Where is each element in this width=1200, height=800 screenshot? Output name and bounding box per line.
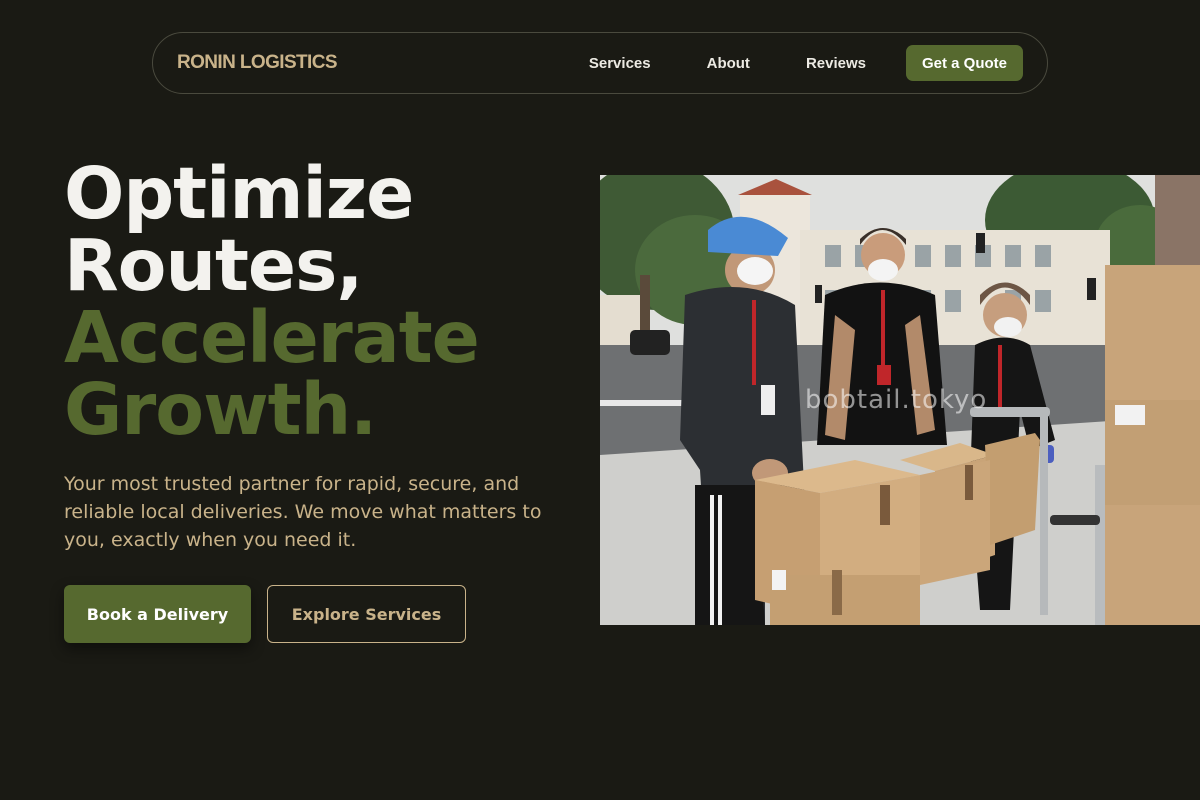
top-nav: RONIN LOGISTICS Services About Reviews G… <box>152 32 1048 94</box>
headline-line-3: Accelerate <box>64 296 480 379</box>
get-quote-button[interactable]: Get a Quote <box>905 45 1023 81</box>
headline-line-4: Growth. <box>64 368 377 451</box>
nav-link-about[interactable]: About <box>707 55 750 72</box>
brand-logo[interactable]: RONIN LOGISTICS <box>177 52 338 74</box>
headline-line-1: Optimize <box>64 152 414 235</box>
nav-link-services[interactable]: Services <box>589 55 651 72</box>
hero-photo: bobtail.tokyo <box>600 175 1200 625</box>
image-watermark: bobtail.tokyo <box>805 385 988 415</box>
headline-line-2: Routes, <box>64 224 363 307</box>
book-delivery-button[interactable]: Book a Delivery <box>64 585 251 643</box>
hero-subtext: Your most trusted partner for rapid, sec… <box>64 473 542 551</box>
explore-services-button[interactable]: Explore Services <box>267 585 466 643</box>
hero-headline: Optimize Routes, Accelerate Growth. <box>64 152 480 451</box>
nav-link-reviews[interactable]: Reviews <box>806 55 866 72</box>
nav-links: Services About Reviews Get a Quote <box>589 45 1023 81</box>
